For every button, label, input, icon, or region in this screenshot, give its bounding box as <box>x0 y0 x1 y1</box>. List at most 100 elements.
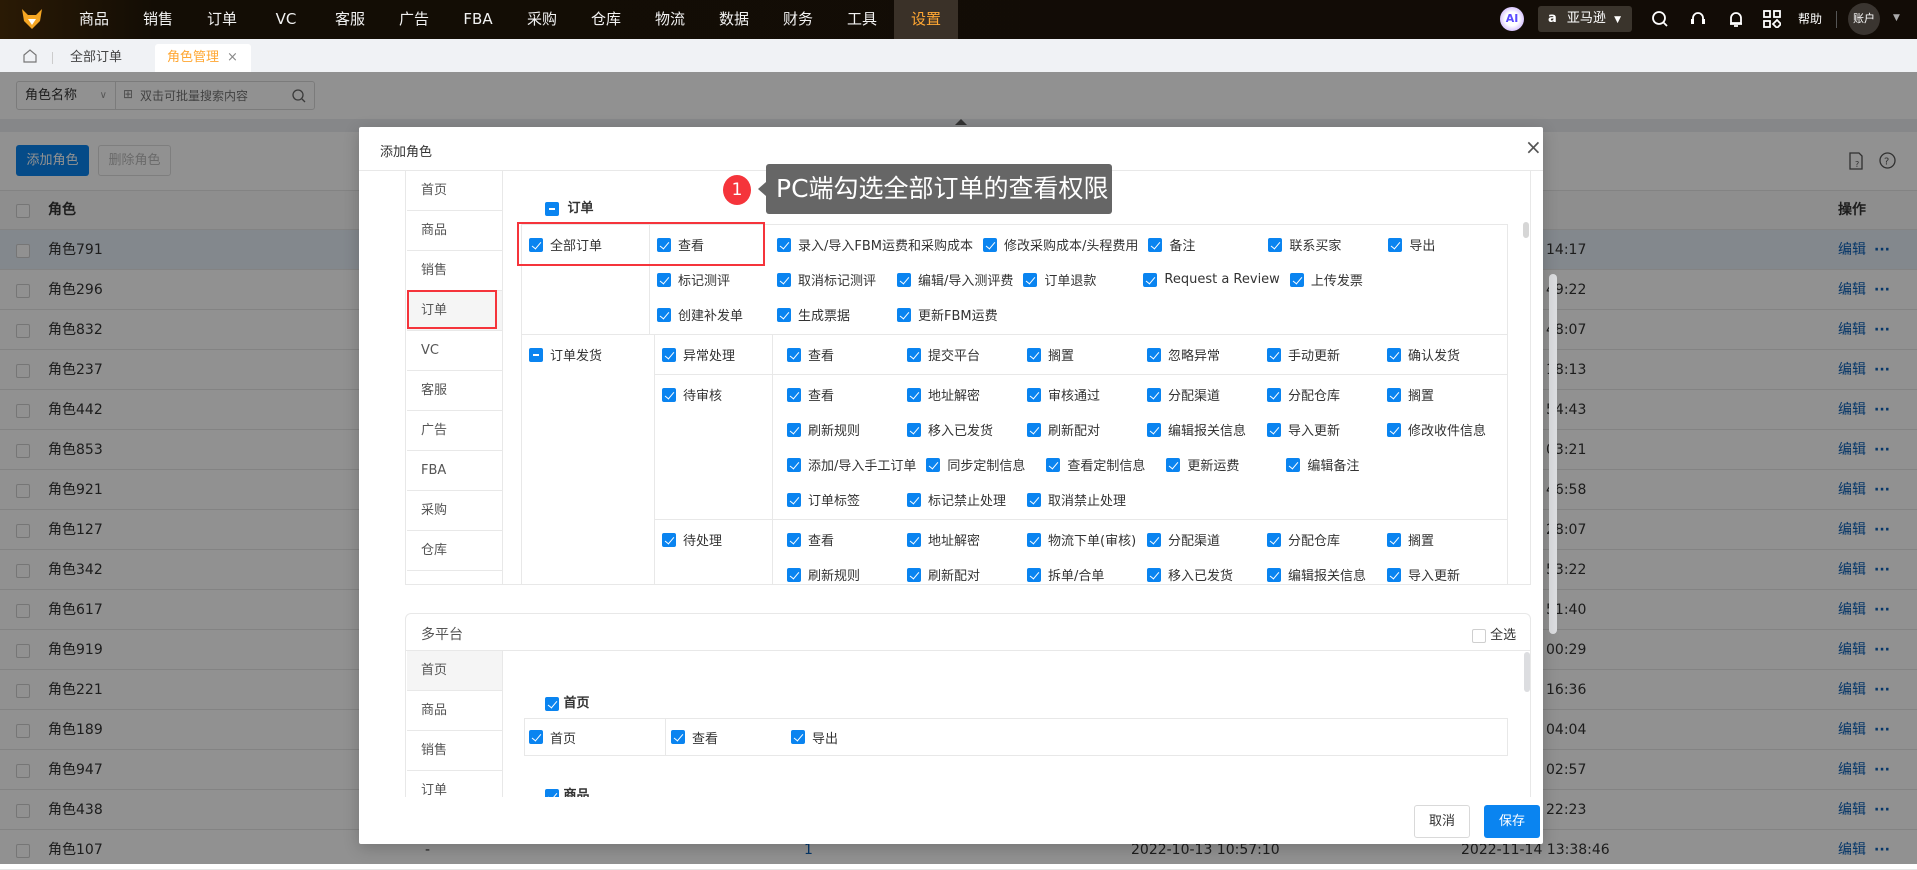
permission-checkbox[interactable] <box>787 492 801 507</box>
permission-checkbox[interactable] <box>926 457 941 472</box>
nav-item[interactable]: 采购 <box>510 0 574 39</box>
permission-checkbox[interactable] <box>777 237 791 252</box>
permission-checkbox[interactable] <box>787 347 801 362</box>
permission-item[interactable]: 查看 <box>787 337 907 372</box>
permission-checkbox[interactable] <box>1387 532 1401 547</box>
nav-item[interactable]: 物流 <box>638 0 702 39</box>
headset-icon[interactable] <box>1689 10 1707 28</box>
permission-item[interactable]: 刷新规则 <box>787 412 907 447</box>
permission-checkbox[interactable] <box>897 307 911 322</box>
permission-item[interactable]: 分配仓库 <box>1267 522 1387 557</box>
module-menu-item[interactable]: VC <box>407 331 502 371</box>
permission-item[interactable]: 搁置 <box>1387 522 1507 557</box>
permission-item[interactable]: 修改采购成本/头程费用 <box>983 227 1148 262</box>
permission-checkbox[interactable] <box>907 347 921 362</box>
permission-item[interactable]: 标记测评 <box>657 262 777 297</box>
permission-item[interactable]: 订单标签 <box>787 482 907 517</box>
nav-item[interactable]: 工具 <box>830 0 894 39</box>
pc-scrollbar[interactable] <box>1523 222 1529 238</box>
permission-item[interactable]: 编辑报关信息 <box>1267 557 1387 584</box>
permission-checkbox[interactable] <box>907 422 921 437</box>
permission-item[interactable]: 标记禁止处理 <box>907 482 1027 517</box>
permission-item[interactable]: 导入更新 <box>1267 412 1387 447</box>
permission-item[interactable]: 订单退款 <box>1023 262 1143 297</box>
module-menu-item[interactable]: 广告 <box>407 411 502 451</box>
page-scrollbar[interactable] <box>1549 274 1557 634</box>
permission-item[interactable]: 搁置 <box>1387 377 1507 412</box>
group-checkbox[interactable] <box>529 347 543 362</box>
permission-item[interactable]: 查看定制信息 <box>1046 447 1166 482</box>
permission-item[interactable]: 地址解密 <box>907 522 1027 557</box>
permission-item[interactable]: 编辑备注 <box>1286 447 1406 482</box>
nav-item[interactable]: VC <box>254 0 318 39</box>
permission-item[interactable]: 物流下单(审核) <box>1027 522 1147 557</box>
permission-checkbox[interactable] <box>1166 457 1181 472</box>
permission-item[interactable]: 分配渠道 <box>1147 377 1267 412</box>
permission-checkbox[interactable] <box>983 237 997 252</box>
permission-item[interactable]: 忽略异常 <box>1147 337 1267 372</box>
search-icon[interactable] <box>1651 10 1669 28</box>
permission-item[interactable]: 导入更新 <box>1387 557 1507 584</box>
permission-checkbox[interactable] <box>671 730 685 744</box>
help-link[interactable]: 帮助 <box>1798 0 1822 39</box>
permission-item[interactable]: 更新FBM运费 <box>897 297 1017 332</box>
cancel-button[interactable]: 取消 <box>1414 805 1470 838</box>
nav-item[interactable]: 财务 <box>766 0 830 39</box>
permission-checkbox[interactable] <box>1289 272 1304 287</box>
apps-grid-icon[interactable] <box>1763 10 1781 28</box>
subgroup-toggle[interactable]: 异常处理 <box>662 337 782 372</box>
section-home-checkbox[interactable] <box>545 696 559 711</box>
permission-item[interactable]: 编辑报关信息 <box>1147 412 1267 447</box>
account-caret-icon[interactable]: ▼ <box>1893 13 1900 23</box>
permission-item[interactable]: 地址解密 <box>907 377 1027 412</box>
permission-checkbox[interactable] <box>1268 237 1283 252</box>
permission-checkbox[interactable] <box>787 567 801 582</box>
permission-checkbox[interactable] <box>791 730 805 744</box>
permission-checkbox[interactable] <box>1286 457 1301 472</box>
platform-dropdown[interactable]: a 亚马逊 ▼ <box>1538 6 1632 32</box>
permission-checkbox[interactable] <box>1387 422 1401 437</box>
subgroup-toggle[interactable]: 待处理 <box>662 522 782 557</box>
select-all-checkbox[interactable] <box>1472 628 1486 643</box>
permission-checkbox[interactable] <box>657 272 671 287</box>
permission-item[interactable]: 确认发货 <box>1387 337 1507 372</box>
permission-checkbox[interactable] <box>1267 347 1281 362</box>
subgroup-checkbox[interactable] <box>662 387 676 402</box>
permission-checkbox[interactable] <box>1148 237 1163 252</box>
permission-item[interactable]: 搁置 <box>1027 337 1147 372</box>
permission-checkbox[interactable] <box>1027 532 1041 547</box>
permission-item[interactable]: 导出 <box>791 719 911 755</box>
nav-item[interactable]: 数据 <box>702 0 766 39</box>
select-all-toggle[interactable]: 全选 <box>1472 624 1516 643</box>
group-order-shipping-toggle[interactable]: 订单发货 <box>529 337 649 372</box>
permission-checkbox[interactable] <box>1023 272 1038 287</box>
permission-item[interactable]: 提交平台 <box>907 337 1027 372</box>
permission-checkbox[interactable] <box>1027 347 1041 362</box>
permission-item[interactable]: 拆单/合单 <box>1027 557 1147 584</box>
permission-item[interactable]: 生成票据 <box>777 297 897 332</box>
subgroup-checkbox[interactable] <box>662 532 676 547</box>
row-home-checkbox[interactable] <box>529 730 543 744</box>
permission-item[interactable]: 刷新配对 <box>907 557 1027 584</box>
permission-item[interactable]: 查看 <box>787 377 907 412</box>
permission-item[interactable]: 更新运费 <box>1166 447 1286 482</box>
nav-item[interactable]: 客服 <box>318 0 382 39</box>
permission-checkbox[interactable] <box>1147 532 1161 547</box>
nav-item[interactable]: 商品 <box>62 0 126 39</box>
account-avatar[interactable]: 账户 <box>1848 3 1880 35</box>
permission-checkbox[interactable] <box>1027 422 1041 437</box>
module-menu-item[interactable]: 销售 <box>407 731 502 771</box>
permission-item[interactable]: 刷新配对 <box>1027 412 1147 447</box>
permission-checkbox[interactable] <box>1147 387 1161 402</box>
tab-role-management[interactable]: 角色管理 × <box>155 44 251 72</box>
module-menu-item[interactable]: 商品 <box>407 691 502 731</box>
permission-item[interactable]: 查看 <box>787 522 907 557</box>
bell-icon[interactable] <box>1727 10 1745 28</box>
permission-checkbox[interactable] <box>1387 347 1401 362</box>
nav-item[interactable]: 广告 <box>382 0 446 39</box>
tab-all-orders[interactable]: 全部订单 <box>70 44 122 72</box>
multi-scrollbar[interactable] <box>1524 652 1530 692</box>
ai-button[interactable]: AI <box>1500 7 1524 31</box>
permission-checkbox[interactable] <box>1027 567 1041 582</box>
permission-item[interactable]: 移入已发货 <box>907 412 1027 447</box>
